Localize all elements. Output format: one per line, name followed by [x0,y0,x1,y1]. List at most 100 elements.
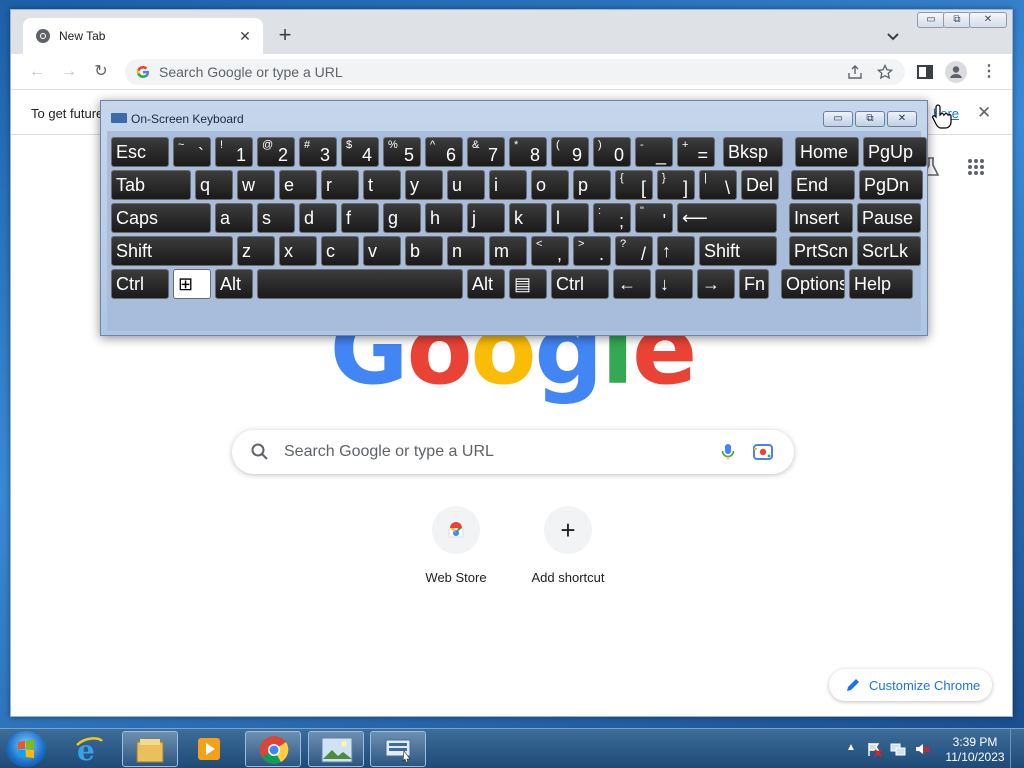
osk-key[interactable]: r [321,170,359,200]
osk-key[interactable]: l [551,203,589,233]
osk-key[interactable]: + = [677,137,715,167]
osk-key[interactable]: * 8 [509,137,547,167]
osk-key[interactable]: ⊞ [173,269,211,299]
profile-avatar-icon[interactable] [945,61,967,83]
omnibox[interactable] [125,59,905,85]
osk-key[interactable]: Pause [857,203,921,233]
osk-key[interactable]: Options [781,269,845,299]
show-desktop-button[interactable] [1010,729,1024,768]
osk-restore-button[interactable]: ⧉ [855,111,885,127]
taskbar-chrome[interactable] [245,731,301,767]
osk-key[interactable]: x [279,236,317,266]
osk-close-button[interactable]: ✕ [887,111,917,127]
osk-key[interactable]: #3 [299,137,337,167]
forward-arrow-icon[interactable]: → [59,62,79,82]
osk-key[interactable]: n [447,236,485,266]
ntp-search-box[interactable] [232,430,794,474]
osk-key[interactable]: & 7 [467,137,505,167]
osk-key[interactable]: w [237,170,275,200]
osk-key[interactable]: p [573,170,611,200]
osk-key[interactable]: (9 [551,137,589,167]
taskbar-file-explorer[interactable] [122,731,178,767]
osk-key[interactable]: Caps [111,203,211,233]
osk-key[interactable]: ) 0 [593,137,631,167]
osk-key[interactable]: ▤ [509,269,547,299]
osk-key[interactable]: y [405,170,443,200]
osk-key[interactable]: h [425,203,463,233]
taskbar-on-screen-keyboard[interactable] [370,731,426,767]
osk-minimize-button[interactable]: ▭ [823,111,853,127]
bookmark-star-icon[interactable] [877,64,893,80]
osk-key[interactable]: Insert [789,203,853,233]
osk-key[interactable]: a [215,203,253,233]
window-minimize-button[interactable]: ▭ [917,12,945,28]
osk-key[interactable]: Home [795,137,859,167]
show-hidden-icons-arrow-icon[interactable]: ▲ [846,742,856,753]
clock-date[interactable]: 11/10/2023 [942,750,1008,764]
osk-key[interactable]: | \ [699,170,737,200]
osk-key[interactable]: - _ [635,137,673,167]
tab-search-chevron-icon[interactable] [883,26,903,46]
taskbar-media-player[interactable] [182,731,238,767]
google-lens-camera-icon[interactable] [752,442,774,462]
osk-key[interactable]: s [257,203,295,233]
osk-key[interactable]: {[ [615,170,653,200]
infobar-close-icon[interactable]: ✕ [977,103,991,123]
new-tab-button[interactable]: + [273,24,297,48]
osk-key[interactable]: Fn [739,269,769,299]
voice-search-mic-icon[interactable] [718,442,738,462]
osk-key[interactable]: ↑ [657,236,695,266]
osk-key[interactable]: Shift [699,236,777,266]
osk-key[interactable]: i [489,170,527,200]
osk-key[interactable]: @2 [257,137,295,167]
osk-key[interactable]: PrtScn [789,236,853,266]
osk-key[interactable]: c [321,236,359,266]
side-panel-icon[interactable] [915,62,935,82]
osk-key[interactable]: k [509,203,547,233]
osk-key[interactable]: b [405,236,443,266]
add-shortcut-button[interactable]: + Add shortcut [512,506,624,602]
osk-key[interactable]: Shift [111,236,233,266]
volume-muted-icon[interactable] [914,741,930,757]
osk-key[interactable]: End [791,170,855,200]
osk-key[interactable]: f [341,203,379,233]
osk-key[interactable]: PgDn [859,170,923,200]
osk-key[interactable]: v [363,236,401,266]
osk-key[interactable]: PgUp [863,137,927,167]
action-center-flag-icon[interactable] [866,741,882,757]
taskbar-image-viewer[interactable] [308,731,364,767]
osk-key[interactable]: t [363,170,401,200]
tab-close-icon[interactable]: ✕ [235,26,255,46]
osk-key[interactable]: ~ ` [173,137,211,167]
osk-key[interactable]: m [489,236,527,266]
osk-key[interactable]: :; [593,203,631,233]
osk-key[interactable]: Esc [111,137,169,167]
osk-key[interactable]: ! 1 [215,137,253,167]
reload-icon[interactable]: ↻ [91,62,111,82]
osk-key[interactable]: " ' [635,203,673,233]
osk-key[interactable]: ⟵ [677,203,777,233]
osk-key[interactable]: j [467,203,505,233]
osk-key[interactable]: Ctrl [551,269,609,299]
osk-key[interactable]: e [279,170,317,200]
osk-title-bar[interactable]: On-Screen Keyboard ▭ ⧉ ✕ [101,101,927,131]
share-icon[interactable] [847,64,863,80]
osk-key[interactable]: → [697,269,735,299]
taskbar-internet-explorer[interactable]: e [62,731,118,767]
osk-key[interactable]: Tab [111,170,191,200]
osk-key[interactable]: ^ 6 [425,137,463,167]
osk-key[interactable]: Alt [215,269,253,299]
osk-key[interactable]: z [237,236,275,266]
google-apps-grid-icon[interactable] [967,158,985,176]
osk-key[interactable]: Bksp [723,137,783,167]
osk-key[interactable]: q [195,170,233,200]
osk-key[interactable]: Help [849,269,913,299]
osk-key[interactable]: Alt [467,269,505,299]
ntp-search-input[interactable] [284,430,704,474]
osk-key[interactable]: }] [657,170,695,200]
kebab-menu-icon[interactable]: ⋮ [979,62,999,82]
osk-key[interactable]: ? / [615,236,653,266]
osk-key[interactable]: % 5 [383,137,421,167]
osk-key[interactable]: ↓ [655,269,693,299]
tab-new-tab[interactable]: New Tab ✕ [23,18,263,54]
